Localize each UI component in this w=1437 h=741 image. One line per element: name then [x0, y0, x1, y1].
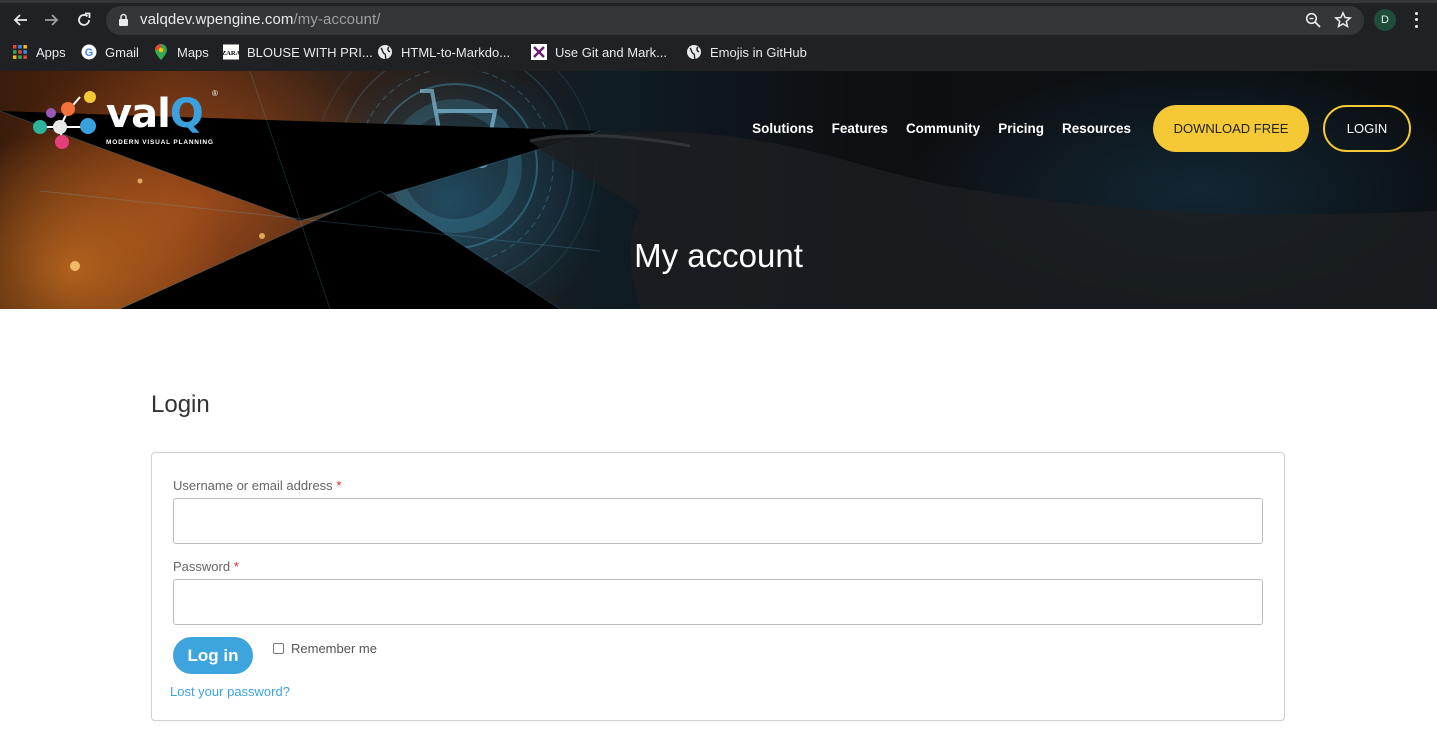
google-icon: G — [81, 44, 97, 60]
maps-pin-icon — [153, 44, 169, 60]
logo-tagline: MODERN VISUAL PLANNING — [106, 139, 214, 146]
nav-community[interactable]: Community — [906, 121, 980, 136]
logo-word-q: Q — [169, 91, 204, 137]
browser-menu-icon[interactable] — [1410, 10, 1422, 30]
back-button[interactable] — [9, 9, 31, 31]
x-box-icon — [531, 44, 547, 60]
url-host: valqdev.wpengine.com — [140, 11, 294, 28]
bookmark-blouse[interactable]: ZARA BLOUSE WITH PRI... — [223, 40, 373, 64]
main-nav: Solutions Features Community Pricing Res… — [752, 121, 1131, 136]
address-bar[interactable]: valqdev.wpengine.com/my-account/ — [106, 6, 1364, 35]
globe-icon — [377, 44, 393, 60]
tab-strip-edge — [0, 0, 1437, 3]
bookmark-label: BLOUSE WITH PRI... — [247, 44, 373, 60]
forward-button[interactable] — [41, 9, 63, 31]
bookmark-label: Gmail — [105, 44, 139, 60]
logo-wordmark: valQ — [106, 91, 204, 137]
reload-icon — [78, 12, 91, 26]
password-label: Password * — [173, 559, 239, 574]
logo-registered-mark: ® — [212, 89, 218, 98]
username-label: Username or email address * — [173, 478, 341, 493]
bookmark-label: Maps — [177, 44, 209, 60]
logo-molecule-icon — [33, 91, 96, 149]
remember-me: Remember me — [273, 641, 377, 656]
zoom-icon[interactable] — [1305, 12, 1321, 28]
bookmark-label: Use Git and Mark... — [555, 44, 667, 60]
nav-solutions[interactable]: Solutions — [752, 121, 814, 136]
profile-avatar[interactable]: D — [1374, 9, 1396, 31]
logo-word-val: val — [106, 91, 171, 137]
globe-icon — [686, 44, 702, 60]
bookmark-label: HTML-to-Markdo... — [401, 44, 511, 60]
download-free-button[interactable]: DOWNLOAD FREE — [1153, 105, 1309, 152]
password-label-text: Password — [173, 559, 231, 574]
username-input[interactable] — [173, 498, 1263, 544]
nav-pricing[interactable]: Pricing — [998, 121, 1044, 136]
zara-icon: ZARA — [223, 44, 239, 60]
valq-logo[interactable]: valQ ® MODERN VISUAL PLANNING — [28, 89, 228, 151]
back-arrow-icon — [13, 14, 27, 26]
required-mark: * — [336, 478, 342, 493]
bookmarks-bar: Apps G Gmail Maps ZARA BLOUSE WITH PRI..… — [0, 40, 1437, 64]
login-form: Username or email address * Password * L… — [151, 452, 1285, 721]
page-title: My account — [634, 237, 803, 274]
bookmark-star-icon[interactable] — [1334, 11, 1352, 29]
remember-me-checkbox[interactable] — [273, 643, 284, 654]
header-login-button[interactable]: LOGIN — [1323, 105, 1411, 152]
remember-me-label[interactable]: Remember me — [291, 641, 377, 656]
svg-text:ZARA: ZARA — [223, 50, 239, 57]
log-in-button[interactable]: Log in — [173, 637, 253, 674]
nav-features[interactable]: Features — [832, 121, 888, 136]
reload-button[interactable] — [73, 9, 95, 31]
bookmark-maps[interactable]: Maps — [153, 40, 209, 64]
bookmark-label: Emojis in GitHub — [710, 44, 807, 60]
forward-arrow-icon — [45, 14, 59, 26]
apps-grid-icon — [12, 44, 28, 60]
bookmark-label: Apps — [36, 44, 66, 60]
svg-text:G: G — [85, 47, 94, 59]
nav-resources[interactable]: Resources — [1062, 121, 1131, 136]
password-input[interactable] — [173, 579, 1263, 625]
site-header-hero: valQ ® MODERN VISUAL PLANNING Solutions … — [0, 71, 1437, 309]
bookmark-emojis-github[interactable]: Emojis in GitHub — [686, 40, 807, 64]
username-label-text: Username or email address — [173, 478, 333, 493]
bookmark-gmail[interactable]: G Gmail — [81, 40, 139, 64]
lock-icon — [119, 13, 128, 26]
login-heading: Login — [151, 391, 210, 418]
url-text: valqdev.wpengine.com/my-account/ — [140, 11, 381, 28]
bookmark-html-to-markdown[interactable]: HTML-to-Markdo... — [377, 40, 510, 64]
lost-password-link[interactable]: Lost your password? — [170, 684, 290, 699]
browser-chrome: valqdev.wpengine.com/my-account/ D Apps … — [0, 0, 1437, 71]
bookmark-apps[interactable]: Apps — [12, 40, 66, 64]
required-mark: * — [233, 559, 239, 574]
url-path: /my-account/ — [293, 11, 381, 28]
bookmark-git-markdown[interactable]: Use Git and Mark... — [531, 40, 667, 64]
